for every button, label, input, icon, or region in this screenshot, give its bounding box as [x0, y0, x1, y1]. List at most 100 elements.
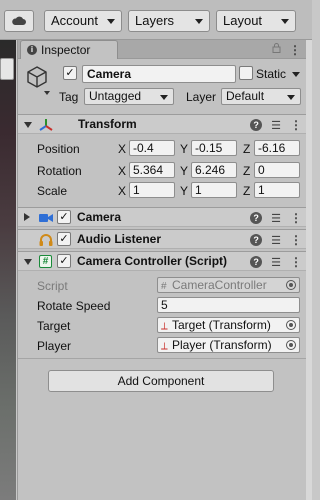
axis-y-label[interactable]: Y: [180, 164, 188, 178]
camera-controller-enabled-checkbox[interactable]: ✓: [57, 254, 71, 268]
tab-actions: ⋮: [272, 43, 301, 57]
tag-dropdown[interactable]: Untagged: [84, 88, 174, 105]
axis-z-label[interactable]: Z: [243, 142, 250, 156]
chevron-down-icon: [160, 95, 168, 100]
script-field: # CameraController: [157, 277, 300, 293]
axis-z-label[interactable]: Z: [243, 184, 250, 198]
camera-enabled-checkbox[interactable]: ✓: [57, 210, 71, 224]
chevron-down-icon[interactable]: [292, 72, 300, 77]
script-label: Script: [37, 279, 68, 293]
position-x-field[interactable]: -0.4: [129, 140, 175, 156]
audio-listener-header-icons: ? ☰ ⋮: [250, 233, 302, 247]
inspector-tabbar: i Inspector ⋮: [18, 40, 306, 59]
layout-label: Layout: [223, 13, 263, 28]
chevron-down-icon: [281, 19, 289, 24]
help-icon[interactable]: ?: [250, 119, 263, 131]
layers-dropdown[interactable]: Layers: [128, 10, 210, 32]
kebab-menu-icon[interactable]: ⋮: [290, 211, 302, 225]
kebab-menu-icon[interactable]: ⋮: [290, 118, 302, 132]
rotation-z-field[interactable]: 0: [254, 162, 300, 178]
transform-axes-icon: ⟂: [161, 321, 168, 332]
script-hash-icon: #: [161, 281, 167, 292]
kebab-menu-icon[interactable]: ⋮: [290, 233, 302, 247]
axis-x-label[interactable]: X: [118, 184, 126, 198]
target-field[interactable]: ⟂ Target (Transform): [157, 317, 300, 333]
presets-sliders-icon[interactable]: ☰: [271, 212, 281, 225]
tab-inspector[interactable]: i Inspector: [20, 40, 118, 59]
presets-sliders-icon[interactable]: ☰: [271, 119, 281, 132]
presets-sliders-icon[interactable]: ☰: [271, 256, 281, 269]
kebab-menu-icon[interactable]: ⋮: [289, 43, 301, 57]
camera-component-header[interactable]: ✓ Camera ? ☰ ⋮: [18, 207, 307, 227]
object-name-field[interactable]: Camera: [82, 65, 236, 83]
layer-dropdown[interactable]: Default: [221, 88, 301, 105]
camera-controller-header[interactable]: # ✓ Camera Controller (Script) ? ☰ ⋮: [18, 251, 307, 271]
tab-inspector-label: Inspector: [41, 43, 91, 57]
static-label[interactable]: Static: [256, 67, 286, 81]
script-hash-icon: #: [39, 255, 52, 268]
add-component-button[interactable]: Add Component: [48, 370, 274, 392]
position-label[interactable]: Position: [37, 142, 80, 156]
audio-listener-header[interactable]: ✓ Audio Listener ? ☰ ⋮: [18, 229, 307, 249]
object-picker-icon[interactable]: [286, 340, 296, 350]
axis-x-label[interactable]: X: [118, 164, 126, 178]
transform-axes-icon: ⟂: [161, 341, 168, 352]
script-value: CameraController: [172, 278, 267, 292]
rotate-speed-label[interactable]: Rotate Speed: [37, 299, 110, 313]
fold-arrow-icon[interactable]: [24, 122, 32, 128]
headphones-icon: [39, 234, 53, 246]
rotation-y-field[interactable]: 6.246: [191, 162, 237, 178]
object-header: ✓ Camera Static Tag Untagged Layer Defau…: [18, 59, 306, 117]
axis-x-label[interactable]: X: [118, 142, 126, 156]
presets-sliders-icon[interactable]: ☰: [271, 234, 281, 247]
help-icon[interactable]: ?: [250, 234, 263, 246]
chevron-down-icon: [107, 19, 115, 24]
scale-x-field[interactable]: 1: [129, 182, 175, 198]
player-label: Player: [37, 339, 72, 353]
axis-z-label[interactable]: Z: [243, 164, 250, 178]
account-label: Account: [51, 13, 98, 28]
scene-view-edge[interactable]: [0, 40, 16, 500]
player-field[interactable]: ⟂ Player (Transform): [157, 337, 300, 353]
top-toolbar: Account Layers Layout: [0, 0, 312, 40]
axis-y-label[interactable]: Y: [180, 142, 188, 156]
transform-title: Transform: [78, 117, 137, 131]
kebab-menu-icon[interactable]: ⋮: [290, 255, 302, 269]
transform-header[interactable]: Transform ? ☰ ⋮: [18, 114, 307, 134]
camera-controller-header-icons: ? ☰ ⋮: [250, 255, 302, 269]
camera-icon: [39, 214, 53, 222]
transform-axes-icon: [39, 119, 53, 131]
chevron-down-icon: [195, 19, 203, 24]
audio-listener-enabled-checkbox[interactable]: ✓: [57, 232, 71, 246]
tag-label: Tag: [59, 90, 79, 104]
audio-listener-title: Audio Listener: [77, 232, 162, 246]
fold-arrow-icon[interactable]: [24, 213, 30, 221]
fold-arrow-icon[interactable]: [24, 259, 32, 265]
icon-dropdown-arrow[interactable]: [44, 91, 50, 95]
object-active-checkbox[interactable]: ✓: [63, 66, 77, 80]
scene-search-field[interactable]: [0, 58, 14, 80]
rotate-speed-field[interactable]: 5: [157, 297, 300, 313]
position-z-field[interactable]: -6.16: [254, 140, 300, 156]
lock-icon[interactable]: [272, 43, 281, 53]
scale-z-field[interactable]: 1: [254, 182, 300, 198]
help-icon[interactable]: ?: [250, 212, 263, 224]
scale-y-field[interactable]: 1: [191, 182, 237, 198]
axis-y-label[interactable]: Y: [180, 184, 188, 198]
static-checkbox[interactable]: [239, 66, 253, 80]
layout-dropdown[interactable]: Layout: [216, 10, 296, 32]
scale-label[interactable]: Scale: [37, 184, 67, 198]
gameobject-cube-icon[interactable]: [26, 65, 48, 89]
rotation-x-field[interactable]: 5.364: [129, 162, 175, 178]
window-edge: [306, 40, 312, 500]
cloud-button[interactable]: [4, 10, 34, 32]
rotation-label[interactable]: Rotation: [37, 164, 82, 178]
target-value: Target (Transform): [172, 318, 271, 332]
account-dropdown[interactable]: Account: [44, 10, 122, 32]
divider: [18, 358, 307, 359]
cloud-icon: [12, 16, 26, 25]
camera-controller-title: Camera Controller (Script): [77, 254, 228, 268]
help-icon[interactable]: ?: [250, 256, 263, 268]
object-picker-icon[interactable]: [286, 320, 296, 330]
position-y-field[interactable]: -0.15: [191, 140, 237, 156]
